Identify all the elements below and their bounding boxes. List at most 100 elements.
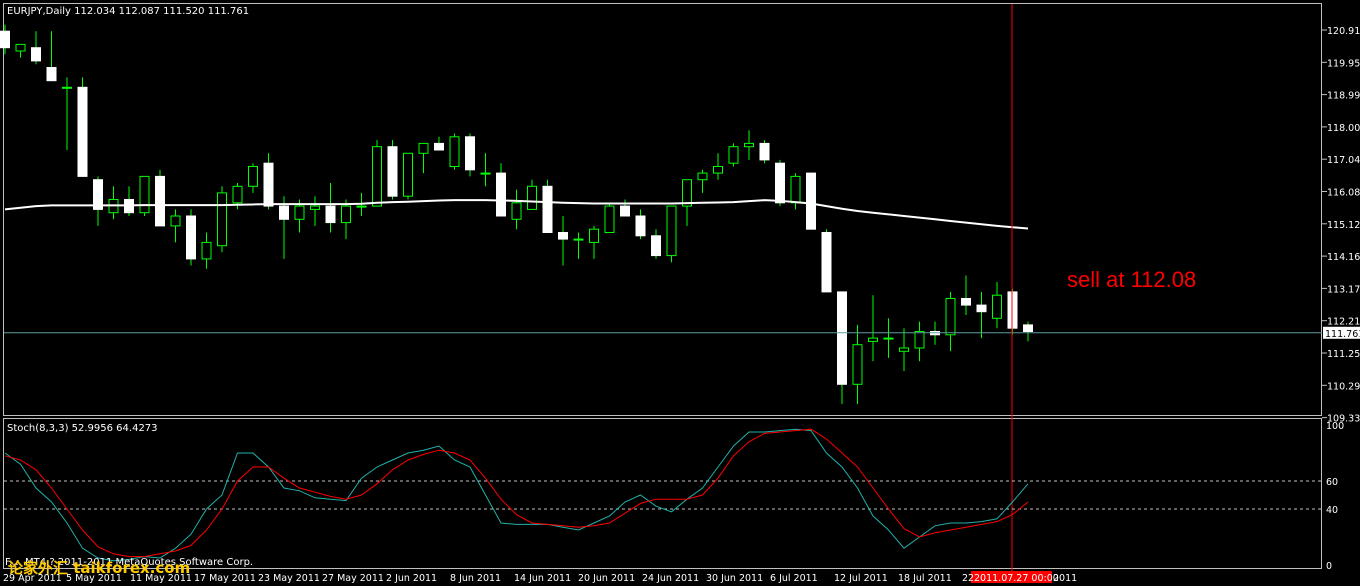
candle	[139, 175, 150, 216]
bull-candle-body	[418, 142, 429, 154]
date-tick-label: 2 Jun 2011	[386, 573, 437, 584]
date-tick-label: 24 Jun 2011	[642, 573, 699, 584]
price-tick-label: 110.290	[1327, 381, 1360, 392]
bull-candle-body	[666, 205, 677, 257]
bear-candle-body	[465, 136, 475, 171]
candle	[604, 202, 615, 233]
chart-background	[0, 0, 1360, 586]
bear-candle-body	[651, 235, 661, 257]
bull-candle-body	[248, 165, 258, 187]
bear-candle-body	[961, 297, 971, 306]
bull-candle-body	[449, 136, 460, 167]
bear-candle-body	[31, 47, 41, 62]
bull-candle-body	[790, 175, 801, 204]
bull-candle-body	[713, 165, 723, 174]
trading-chart[interactable]: EURJPY,Daily 112.034 112.087 111.520 111…	[0, 0, 1360, 586]
bear-candle-body	[496, 172, 506, 217]
bear-candle-body	[325, 205, 336, 224]
date-tick-label: 2011.07.27 00:00	[974, 573, 1059, 584]
candle	[666, 205, 677, 263]
bull-candle-body	[744, 142, 754, 148]
candle	[759, 140, 770, 164]
bull-candle-body	[589, 228, 599, 243]
date-tick-label: 5 May 2011	[66, 573, 122, 584]
chart-canvas[interactable]: EURJPY,Daily 112.034 112.087 111.520 111…	[0, 0, 1360, 586]
date-tick-label: 6 Jul 2011	[770, 573, 818, 584]
date-axis: 29 Apr 2011 5 May 2011 11 May 2011 17 May 2…	[3, 573, 1077, 584]
date-tick-label: 20 Jun 2011	[578, 573, 635, 584]
candle	[387, 140, 398, 200]
bear-candle-body	[279, 205, 289, 220]
stoch-level-label: 40	[1326, 505, 1338, 516]
candle	[372, 140, 382, 207]
bull-candle-body	[403, 152, 413, 197]
price-tick-label: 112.210	[1327, 317, 1360, 328]
bull-candle-body	[914, 330, 925, 349]
date-tick-label: 22	[962, 573, 974, 584]
candle	[821, 229, 832, 293]
bear-candle-body	[0, 30, 10, 49]
date-tick-label: 8 Jun 2011	[450, 573, 501, 584]
candle	[403, 152, 413, 200]
price-tick-label: 117.040	[1327, 155, 1360, 166]
bear-candle-body	[806, 172, 816, 230]
bull-candle-body	[899, 347, 909, 352]
bull-candle-body	[852, 344, 863, 385]
bear-candle-body	[837, 291, 847, 385]
candle	[186, 209, 196, 266]
bull-candle-body	[527, 185, 537, 210]
bull-candle-body	[341, 205, 351, 224]
bull-candle-body	[217, 192, 227, 247]
date-tick-label: 17 May 2011	[194, 573, 256, 584]
bear-candle-body	[635, 215, 646, 237]
candle	[775, 159, 785, 207]
price-tick-label: 118.000	[1327, 123, 1360, 134]
bear-candle-body	[558, 231, 568, 240]
bull-candle-body	[356, 205, 367, 208]
price-tick-label: 115.120	[1327, 220, 1360, 231]
candle	[806, 172, 816, 230]
candle	[155, 169, 165, 227]
date-tick-label: 14 Jun 2011	[514, 573, 571, 584]
date-tick-label: 29 Apr 2011	[3, 573, 62, 584]
bull-candle-body	[868, 337, 878, 342]
price-tick-label: 118.990	[1327, 91, 1360, 102]
bull-candle-body	[480, 172, 491, 175]
sell-annotation: sell at 112.08	[1067, 267, 1196, 292]
bull-candle-body	[728, 146, 739, 164]
bull-candle-body	[310, 205, 320, 210]
price-tick-label: 114.160	[1327, 252, 1360, 263]
date-tick-label: 23 May 2011	[258, 573, 320, 584]
bull-candle-body	[883, 337, 894, 340]
stoch-level-label: 0	[1326, 561, 1332, 572]
candle	[728, 143, 739, 167]
candle	[465, 133, 475, 177]
bull-candle-body	[139, 175, 150, 214]
bear-candle-body	[186, 215, 196, 260]
candle	[449, 133, 460, 170]
bull-candle-body	[372, 146, 382, 207]
bear-candle-body	[155, 175, 165, 227]
price-tick-label: 111.250	[1327, 349, 1360, 360]
candle	[217, 186, 227, 253]
date-tick-label: 27 May 2011	[322, 573, 384, 584]
price-tick-label: 116.080	[1327, 188, 1360, 199]
price-tick-label: 113.170	[1327, 284, 1360, 295]
current-price-label: 111.761	[1325, 329, 1360, 340]
bull-candle-body	[511, 202, 522, 220]
date-tick-label: 11 May 2011	[130, 573, 192, 584]
bull-candle-body	[232, 185, 243, 204]
date-tick-label: 30 Jun 2011	[706, 573, 763, 584]
bull-candle-body	[294, 205, 305, 220]
bear-candle-body	[46, 66, 57, 82]
bear-candle-body	[434, 142, 444, 151]
bear-candle-body	[387, 146, 398, 197]
bull-candle-body	[201, 241, 212, 260]
bear-candle-body	[759, 142, 770, 161]
bull-candle-body	[992, 294, 1002, 319]
price-tick-label: 119.950	[1327, 58, 1360, 69]
bull-candle-body	[573, 238, 584, 241]
date-tick-label: 12 Jul 2011	[834, 573, 888, 584]
price-tick-label: 120.910	[1327, 26, 1360, 37]
bull-candle-body	[170, 215, 181, 227]
